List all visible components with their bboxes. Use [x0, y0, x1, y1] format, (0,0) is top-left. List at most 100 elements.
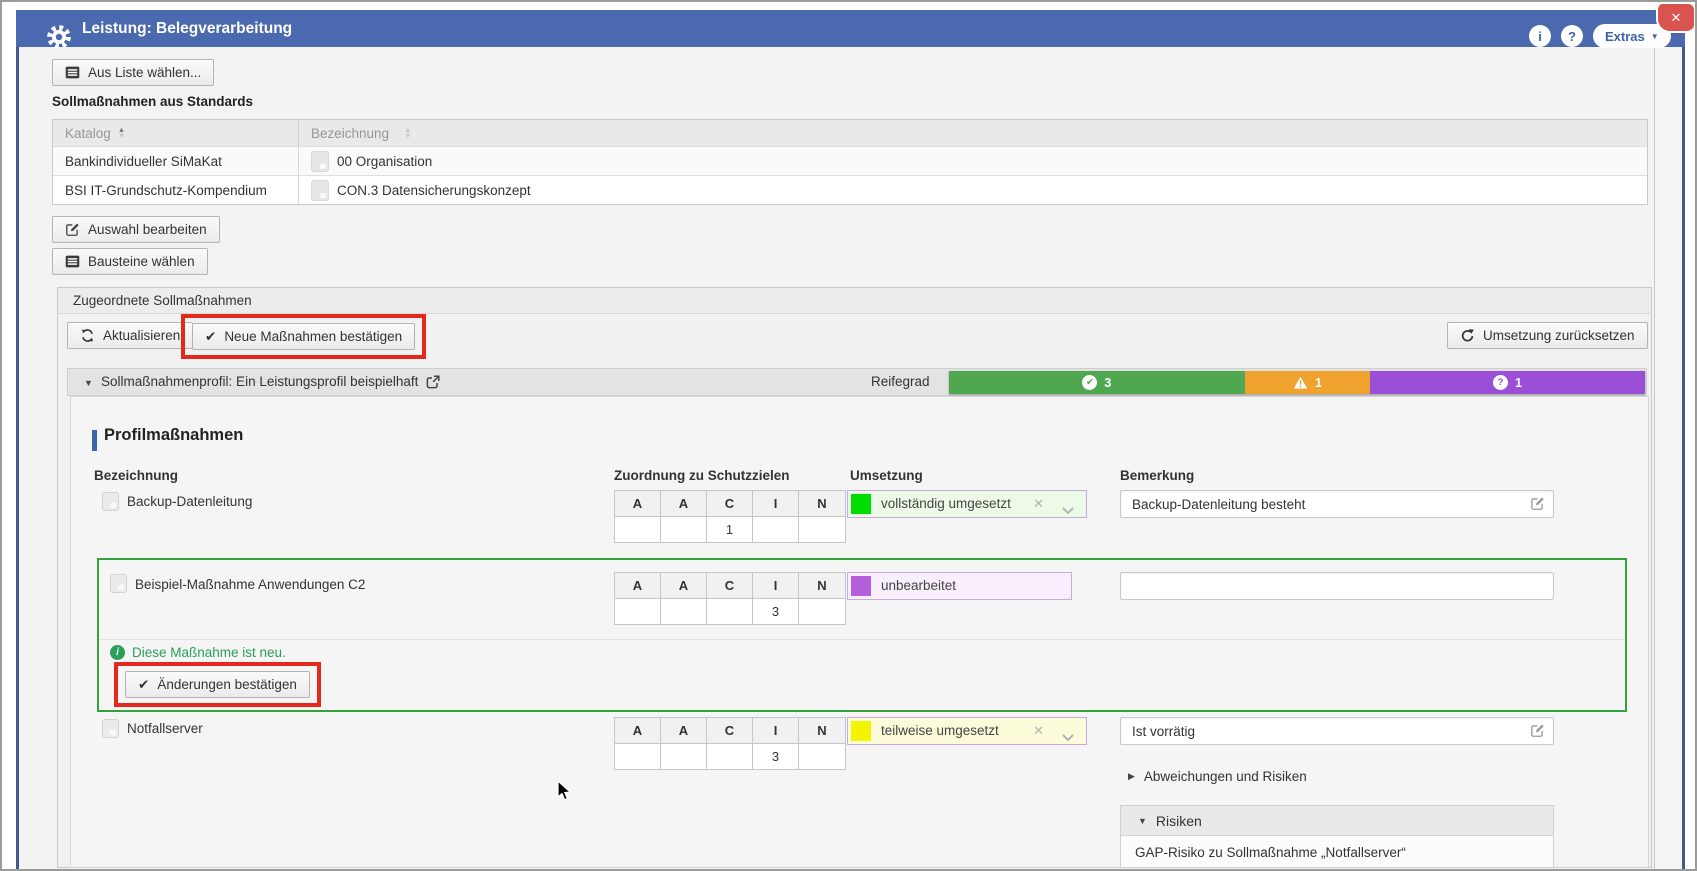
- confirm-new-measures-button[interactable]: ✔ Neue Maßnahmen bestätigen: [192, 323, 415, 350]
- schutzziel-value[interactable]: [707, 599, 753, 624]
- choose-modules-button[interactable]: Bausteine wählen: [52, 248, 208, 275]
- caret-down-icon: ▼: [1138, 816, 1147, 826]
- schutzziele-value-row: 3: [615, 744, 845, 769]
- chevron-down-icon[interactable]: [1062, 728, 1074, 746]
- schutzziel-value[interactable]: 3: [753, 599, 799, 624]
- column-header-katalog[interactable]: Katalog ▲▼: [53, 126, 298, 141]
- schutzziel-column: C: [707, 573, 753, 598]
- deviations-label: Abweichungen und Risiken: [1144, 769, 1307, 784]
- bemerkung-field: [1120, 490, 1554, 518]
- schutzziel-value[interactable]: [661, 599, 707, 624]
- status-label: unbearbeitet: [881, 573, 956, 599]
- assigned-heading: Zugeordnete Sollmaßnahmen: [73, 293, 252, 308]
- window-border-left: [16, 47, 19, 871]
- status-label: vollständig umgesetzt: [881, 491, 1011, 517]
- confirm-changes-button[interactable]: ✔ Änderungen bestätigen: [125, 671, 310, 698]
- profile-title: Sollmaßnahmenprofil: Ein Leistungsprofil…: [101, 374, 440, 389]
- measure-checkbox[interactable]: [102, 492, 119, 511]
- external-link-icon[interactable]: [426, 375, 440, 389]
- bemerkung-input[interactable]: [1120, 717, 1554, 745]
- edit-selection-button[interactable]: Auswahl bearbeiten: [52, 216, 220, 243]
- schutzziel-column: A: [615, 718, 661, 743]
- schutzziel-value[interactable]: 3: [753, 744, 799, 769]
- schutzziel-value[interactable]: [753, 517, 799, 542]
- caret-right-icon: ▶: [1128, 771, 1135, 782]
- divider: [99, 639, 1625, 640]
- sort-icons[interactable]: ▲▼: [118, 127, 125, 140]
- schutzziel-value[interactable]: [615, 744, 661, 769]
- bemerkung-input[interactable]: [1120, 490, 1554, 518]
- umsetzung-select[interactable]: vollständig umgesetzt ✕: [847, 490, 1087, 518]
- info-button[interactable]: i: [1529, 25, 1551, 47]
- schutzziel-column: A: [661, 491, 707, 516]
- annotation-rectangle: ✔ Änderungen bestätigen: [114, 662, 321, 707]
- schutzziele-header-row: A A C I N: [615, 573, 845, 599]
- edit-icon[interactable]: [1530, 723, 1545, 743]
- close-button[interactable]: ✕: [1656, 4, 1694, 33]
- table-row[interactable]: BSI IT-Grundschutz-Kompendium CON.3 Date…: [53, 175, 1647, 204]
- sort-icons[interactable]: ▲▼: [404, 127, 411, 140]
- schutzziel-column: C: [707, 491, 753, 516]
- refresh-button[interactable]: Aktualisieren: [67, 322, 193, 349]
- measure-checkbox[interactable]: [110, 574, 127, 593]
- vertical-scrollbar[interactable]: [1654, 47, 1682, 871]
- refresh-icon: [80, 328, 95, 343]
- standards-table-header: Katalog ▲▼ Bezeichnung ▲▼: [53, 120, 1647, 146]
- bemerkung-input[interactable]: [1120, 572, 1554, 600]
- umsetzung-select[interactable]: teilweise umgesetzt ✕: [847, 717, 1087, 745]
- column-header-bezeichnung[interactable]: Bezeichnung ▲▼: [298, 120, 1647, 146]
- maturity-bar: ✔ 3 1 ? 1: [949, 371, 1645, 394]
- schutzziel-column: A: [661, 718, 707, 743]
- clear-icon[interactable]: ✕: [1033, 718, 1044, 744]
- schutzziel-column: I: [753, 573, 799, 598]
- edit-icon[interactable]: [1530, 496, 1545, 516]
- schutzziel-value[interactable]: [661, 744, 707, 769]
- schutzziele-header-row: A A C I N: [615, 718, 845, 744]
- maturity-segment-open: ? 1: [1370, 371, 1645, 394]
- profile-title-text: Sollmaßnahmenprofil: Ein Leistungsprofil…: [101, 374, 418, 389]
- list-icon: [65, 66, 80, 79]
- deviations-expander[interactable]: ▶ Abweichungen und Risiken: [1128, 769, 1307, 784]
- schutzziel-column: N: [799, 491, 845, 516]
- maturity-count: 3: [1104, 376, 1111, 390]
- schutzziel-column: A: [615, 491, 661, 516]
- schutzziel-value[interactable]: [799, 599, 845, 624]
- heading-accent-bar: [92, 430, 97, 451]
- refresh-label: Aktualisieren: [103, 328, 180, 343]
- check-icon: ✔: [205, 329, 216, 345]
- katalog-cell: Bankindividueller SiMaKat: [53, 154, 298, 169]
- risk-list-item[interactable]: GAP-Risiko zu Sollmaßnahme „Notfallserve…: [1121, 836, 1553, 868]
- schutzziel-value[interactable]: 1: [707, 517, 753, 542]
- annotation-rectangle: ✔ Neue Maßnahmen bestätigen: [181, 314, 426, 359]
- collapse-caret-icon[interactable]: ▼: [84, 378, 93, 388]
- sort-desc-icon: ▼: [118, 133, 125, 140]
- clear-icon[interactable]: ✕: [1033, 491, 1044, 517]
- standards-heading: Sollmaßnahmen aus Standards: [52, 94, 253, 109]
- measure-label: Backup-Datenleitung: [127, 494, 252, 509]
- schutzziel-value[interactable]: [707, 744, 753, 769]
- schutzziel-value[interactable]: [661, 517, 707, 542]
- help-button[interactable]: ?: [1561, 25, 1583, 47]
- chevron-down-icon[interactable]: [1062, 501, 1074, 519]
- bemerkung-field: [1120, 717, 1554, 745]
- new-measure-note: i Diese Maßnahme ist neu.: [110, 645, 286, 660]
- risks-panel-header[interactable]: ▼ Risiken: [1121, 806, 1553, 836]
- choose-from-list-button[interactable]: Aus Liste wählen...: [52, 59, 214, 86]
- reset-implementation-button[interactable]: Umsetzung zurücksetzen: [1447, 322, 1648, 349]
- table-row[interactable]: Bankindividueller SiMaKat 00 Organisatio…: [53, 146, 1647, 175]
- maturity-segment-warning: 1: [1245, 371, 1370, 394]
- status-color-chip: [851, 494, 871, 514]
- edit-selection-label: Auswahl bearbeiten: [88, 222, 207, 237]
- maturity-count: 1: [1515, 376, 1522, 390]
- confirm-changes-label: Änderungen bestätigen: [157, 677, 297, 692]
- screenshot-root: Leistung: Belegverarbeitung i ? Extras ▼…: [0, 0, 1697, 871]
- umsetzung-select[interactable]: unbearbeitet: [847, 572, 1072, 600]
- schutzziel-value[interactable]: [615, 517, 661, 542]
- schutzziel-value[interactable]: [799, 744, 845, 769]
- standards-table: Katalog ▲▼ Bezeichnung ▲▼ Bankindividuel…: [52, 119, 1648, 205]
- status-label: teilweise umgesetzt: [881, 718, 999, 744]
- schutzziel-value[interactable]: [615, 599, 661, 624]
- reset-implementation-label: Umsetzung zurücksetzen: [1483, 328, 1635, 343]
- schutzziel-value[interactable]: [799, 517, 845, 542]
- measure-checkbox[interactable]: [102, 719, 119, 738]
